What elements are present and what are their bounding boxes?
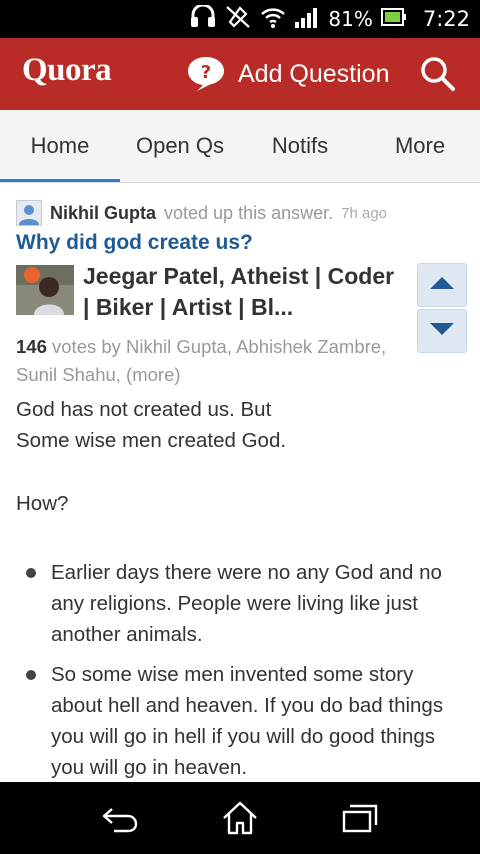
app-bar: Quora ? Add Question xyxy=(0,38,480,110)
status-bar: 81% 7:22 xyxy=(0,0,480,38)
tab-bar: Home Open Qs Notifs More xyxy=(0,110,480,183)
list-item: Earlier days there were no any God and n… xyxy=(16,557,464,650)
search-icon[interactable] xyxy=(420,56,456,92)
add-question-label: Add Question xyxy=(238,59,390,88)
voters-text: votes by Nikhil Gupta, Abhishek Zambre, … xyxy=(16,336,387,385)
list-item: So some wise men invented some story abo… xyxy=(16,659,464,782)
question-bubble-icon: ? xyxy=(186,55,226,93)
home-icon[interactable] xyxy=(216,798,264,838)
add-question-button[interactable]: ? Add Question xyxy=(186,55,390,93)
timestamp: 7h ago xyxy=(341,204,388,222)
tab-notifs[interactable]: Notifs xyxy=(240,110,360,182)
answer-paragraph: Some wise men created God. xyxy=(16,429,287,452)
answer-list: Earlier days there were no any God and n… xyxy=(16,557,464,782)
tab-home[interactable]: Home xyxy=(0,110,120,182)
downvote-arrow-icon xyxy=(429,322,455,341)
upvote-arrow-icon xyxy=(429,276,455,295)
actor-name[interactable]: Nikhil Gupta xyxy=(50,203,156,224)
actor-action: voted up this answer. xyxy=(164,202,334,223)
downvote-button[interactable] xyxy=(417,309,467,353)
bullet-icon xyxy=(26,568,36,578)
battery-percent: 81% xyxy=(328,7,373,31)
back-icon[interactable] xyxy=(96,798,144,838)
battery-icon xyxy=(380,7,407,32)
answer-paragraph: How? xyxy=(16,492,69,515)
vote-count: 146 xyxy=(16,336,47,357)
bullet-icon xyxy=(26,670,36,680)
headset-icon xyxy=(190,3,216,34)
quora-logo[interactable]: Quora xyxy=(22,52,112,89)
clock: 7:22 xyxy=(422,7,470,31)
actor-avatar[interactable] xyxy=(16,200,42,226)
wifi-icon xyxy=(260,6,286,33)
recent-apps-icon[interactable] xyxy=(336,798,384,838)
mute-icon xyxy=(224,4,252,35)
svg-text:?: ? xyxy=(201,62,211,83)
signal-icon xyxy=(294,6,320,33)
author-avatar[interactable] xyxy=(16,265,74,315)
votes-summary[interactable]: 146 votes by Nikhil Gupta, Abhishek Zamb… xyxy=(16,333,416,389)
navigation-bar xyxy=(0,782,480,854)
feed-content: Nikhil Gupta voted up this answer. 7h ag… xyxy=(0,183,480,782)
author-name[interactable]: Jeegar Patel, Atheist | Coder | Biker | … xyxy=(83,261,403,323)
upvote-button[interactable] xyxy=(417,263,467,307)
tab-open-qs[interactable]: Open Qs xyxy=(120,110,240,182)
question-title[interactable]: Why did god create us? xyxy=(16,231,253,255)
answer-paragraph: God has not created us. But xyxy=(16,398,272,421)
status-icons: 81% 7:22 xyxy=(190,0,470,38)
tab-more[interactable]: More xyxy=(360,110,480,182)
feed-meta: Nikhil Gupta voted up this answer. 7h ag… xyxy=(16,200,387,226)
answer-body: God has not created us. But Some wise me… xyxy=(16,394,464,782)
